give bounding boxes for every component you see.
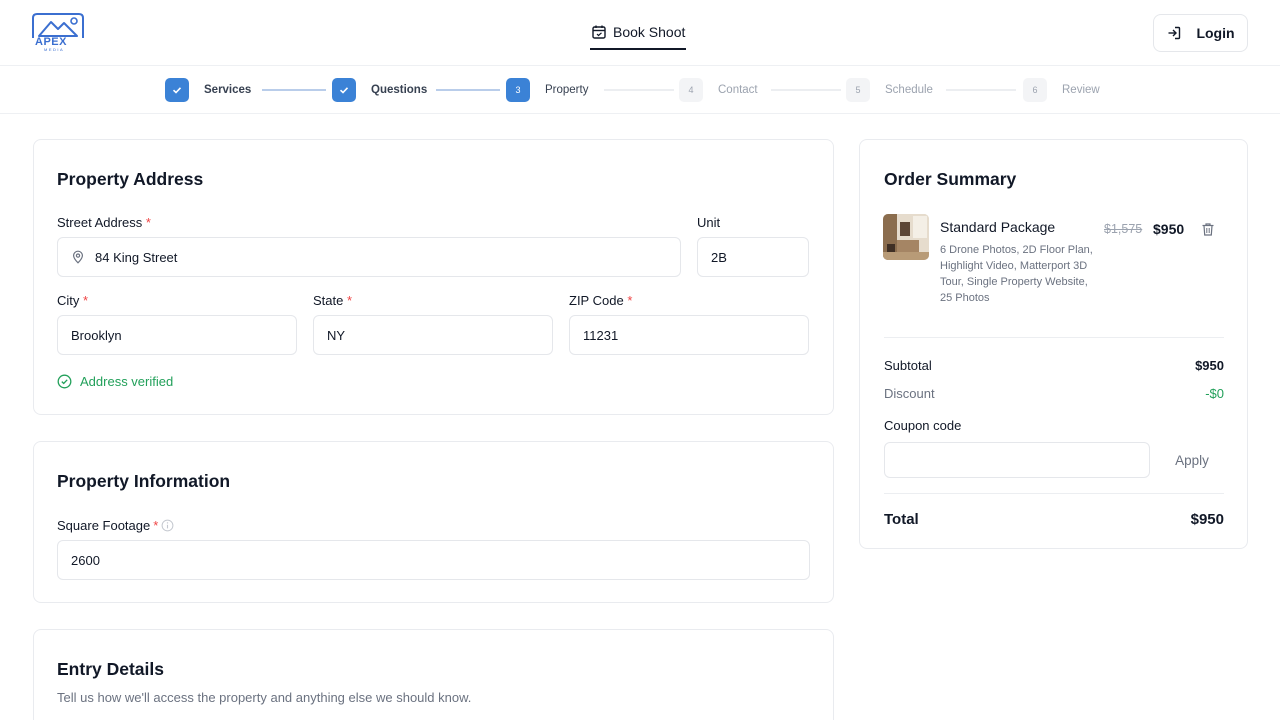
- step-label: Contact: [718, 84, 758, 96]
- step-label: Schedule: [885, 84, 933, 96]
- discount-value: -$0: [1205, 386, 1224, 401]
- step-number: 3: [506, 78, 530, 102]
- apply-label: Apply: [1175, 452, 1209, 468]
- entry-details-card: Entry Details Tell us how we'll access t…: [33, 629, 834, 720]
- label-text: ZIP Code: [569, 293, 624, 308]
- unit-value: 2B: [711, 249, 727, 265]
- address-verified-status: Address verified: [57, 374, 173, 389]
- label-text: City: [57, 293, 80, 308]
- package-thumbnail: [883, 214, 929, 260]
- street-address-value: 84 King Street: [95, 249, 178, 265]
- label-text: State: [313, 293, 344, 308]
- login-arrow-icon: [1168, 26, 1181, 40]
- step-check-icon: [332, 78, 356, 102]
- step-check-icon: [165, 78, 189, 102]
- zip-code-input[interactable]: 11231: [569, 315, 809, 355]
- card-title: Property Information: [57, 471, 231, 491]
- subtotal-label: Subtotal: [884, 358, 932, 373]
- discount-row: Discount -$0: [884, 386, 1224, 401]
- trash-icon[interactable]: [1201, 222, 1215, 237]
- divider: [884, 337, 1224, 338]
- card-title: Order Summary: [884, 169, 1017, 189]
- required-mark: *: [153, 518, 159, 533]
- room-photo-icon: [883, 214, 929, 260]
- street-address-label: Street Address *: [57, 215, 151, 230]
- property-information-card: Property Information Square Footage * 26…: [33, 441, 834, 603]
- package-description: 6 Drone Photos, 2D Floor Plan, Highlight…: [940, 244, 1093, 304]
- check-circle-icon: [57, 374, 72, 389]
- step-contact[interactable]: 4 Contact: [679, 78, 758, 102]
- card-title: Property Address: [57, 169, 204, 189]
- required-mark: *: [145, 215, 151, 230]
- card-subtitle: Tell us how we'll access the property an…: [57, 690, 472, 705]
- total-value: $950: [1190, 511, 1224, 528]
- step-schedule[interactable]: 5 Schedule: [846, 78, 933, 102]
- apply-coupon-button[interactable]: Apply: [1160, 442, 1224, 478]
- step-number: 5: [846, 78, 870, 102]
- label-text: Street Address: [57, 215, 143, 230]
- original-price: $1,575: [1104, 222, 1143, 236]
- card-title: Entry Details: [57, 659, 164, 679]
- step-label: Questions: [371, 84, 428, 96]
- square-footage-label: Square Footage *: [57, 518, 174, 533]
- logo-subtext: MEDIA: [44, 47, 65, 52]
- unit-label: Unit: [697, 215, 721, 230]
- top-header: APEX MEDIA Book Shoot Login: [0, 0, 1280, 66]
- state-label: State *: [313, 293, 352, 308]
- package-name: Standard Package: [940, 219, 1056, 235]
- step-number: 6: [1023, 78, 1047, 102]
- step-connector: [262, 89, 326, 91]
- city-input[interactable]: Brooklyn: [57, 315, 297, 355]
- subtotal-row: Subtotal $950: [884, 358, 1224, 373]
- discount-label: Discount: [884, 386, 935, 401]
- step-connector: [771, 89, 841, 91]
- label-text: Square Footage: [57, 518, 151, 533]
- square-footage-input[interactable]: 2600: [57, 540, 810, 580]
- total-label: Total: [884, 511, 919, 528]
- coupon-input[interactable]: [884, 442, 1150, 478]
- square-footage-value: 2600: [71, 552, 100, 568]
- property-address-card: Property Address Street Address * 84 Kin…: [33, 139, 834, 415]
- info-icon[interactable]: [161, 519, 174, 532]
- package-price: $950: [1153, 221, 1185, 237]
- order-summary-card: Order Summary Standard Package 6 Drone P…: [859, 139, 1248, 549]
- coupon-label: Coupon code: [884, 418, 962, 433]
- divider: [884, 493, 1224, 494]
- required-mark: *: [346, 293, 353, 308]
- step-connector: [946, 89, 1016, 91]
- total-row: Total $950: [884, 511, 1224, 528]
- step-label: Services: [204, 84, 252, 96]
- step-label: Property: [545, 84, 589, 96]
- step-connector: [436, 89, 500, 91]
- state-input[interactable]: NY: [313, 315, 553, 355]
- zip-code-value: 11231: [583, 327, 619, 343]
- street-address-input[interactable]: 84 King Street: [57, 237, 681, 277]
- required-mark: *: [627, 293, 633, 308]
- login-label: Login: [1196, 25, 1235, 41]
- unit-input[interactable]: 2B: [697, 237, 809, 277]
- step-services[interactable]: Services: [165, 78, 251, 102]
- location-pin-icon: [72, 250, 84, 264]
- step-number: 4: [679, 78, 703, 102]
- zip-code-label: ZIP Code *: [569, 293, 632, 308]
- tab-label: Book Shoot: [613, 24, 686, 40]
- step-label: Review: [1062, 84, 1100, 96]
- step-review[interactable]: 6 Review: [1023, 78, 1100, 102]
- calendar-icon: [592, 25, 606, 39]
- city-label: City *: [57, 293, 88, 308]
- tab-book-shoot[interactable]: Book Shoot: [590, 16, 687, 50]
- subtotal-value: $950: [1195, 358, 1224, 373]
- required-mark: *: [83, 293, 89, 308]
- city-value: Brooklyn: [71, 327, 122, 343]
- step-questions[interactable]: Questions: [332, 78, 427, 102]
- login-button[interactable]: Login: [1153, 14, 1248, 52]
- brand-logo[interactable]: APEX MEDIA: [31, 12, 87, 52]
- step-property[interactable]: 3 Property: [506, 78, 588, 102]
- state-value: NY: [327, 327, 346, 343]
- step-connector: [604, 89, 674, 91]
- verified-text: Address verified: [80, 374, 174, 389]
